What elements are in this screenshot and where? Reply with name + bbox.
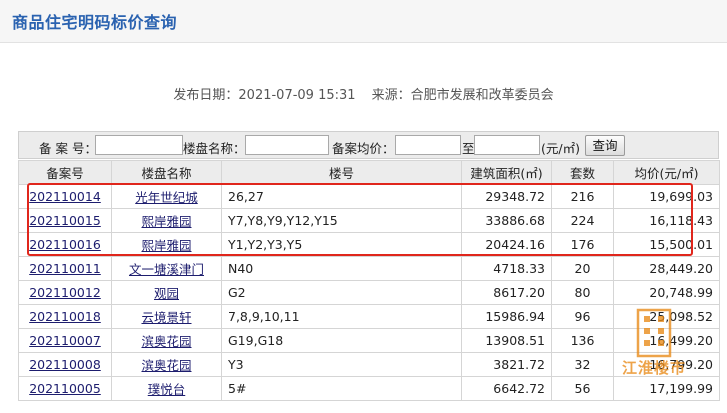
source-label: 来源：: [371, 88, 411, 103]
table-row: 202110015 熙岸雅园 Y7,Y8,Y9,Y12,Y15 33886.68…: [18, 208, 720, 233]
buildings-cell: G2: [221, 280, 462, 305]
buildings-cell: N40: [221, 256, 462, 281]
record-code-link[interactable]: 202110011: [29, 261, 101, 276]
units-cell: 136: [551, 328, 614, 353]
project-name-link[interactable]: 文一塘溪津门: [129, 262, 204, 277]
col-header-units: 套数: [551, 160, 614, 185]
col-header-buildings: 楼号: [221, 160, 462, 185]
units-cell: 20: [551, 256, 614, 281]
table-row: 202110016 熙岸雅园 Y1,Y2,Y3,Y5 20424.16 176 …: [18, 232, 720, 257]
record-code-link[interactable]: 202110007: [29, 333, 101, 348]
price-cell: 16,799.20: [613, 352, 720, 377]
area-cell: 4718.33: [461, 256, 552, 281]
table-row: 202110014 光年世纪城 26,27 29348.72 216 19,69…: [18, 184, 720, 209]
area-cell: 13908.51: [461, 328, 552, 353]
units-cell: 80: [551, 280, 614, 305]
buildings-cell: 7,8,9,10,11: [221, 304, 462, 329]
header-bar: 商品住宅明码标价查询: [0, 0, 727, 43]
price-to-input[interactable]: [474, 135, 540, 155]
record-code-link[interactable]: 202110005: [29, 381, 101, 396]
price-cell: 16,118.43: [613, 208, 720, 233]
table-header-row: 备案号 楼盘名称 楼号 建筑面积(㎡) 套数 均价(元/㎡): [18, 160, 720, 185]
price-cell: 16,499.20: [613, 328, 720, 353]
table-row: 202110018 云境景轩 7,8,9,10,11 15986.94 96 2…: [18, 304, 720, 329]
buildings-cell: Y1,Y2,Y3,Y5: [221, 232, 462, 257]
table-row: 202110008 滨奥花园 Y3 3821.72 32 16,799.20: [18, 352, 720, 377]
to-label: 至: [462, 141, 475, 156]
project-name-link[interactable]: 璞悦台: [148, 382, 186, 397]
code-input[interactable]: [95, 135, 183, 155]
record-code-link[interactable]: 202110008: [29, 357, 101, 372]
name-label: 楼盘名称：: [183, 141, 246, 156]
price-cell: 25,098.52: [613, 304, 720, 329]
buildings-cell: Y7,Y8,Y9,Y12,Y15: [221, 208, 462, 233]
table-row: 202110007 滨奥花园 G19,G18 13908.51 136 16,4…: [18, 328, 720, 353]
price-table: 备案号 楼盘名称 楼号 建筑面积(㎡) 套数 均价(元/㎡) 202110014…: [18, 160, 720, 401]
search-button[interactable]: 查询: [585, 135, 625, 156]
project-name-link[interactable]: 滨奥花园: [141, 358, 191, 373]
units-cell: 216: [551, 184, 614, 209]
code-label: 备 案 号：: [39, 141, 97, 156]
project-name-link[interactable]: 熙岸雅园: [141, 214, 191, 229]
project-name-link[interactable]: 观园: [154, 286, 179, 301]
page-title: 商品住宅明码标价查询: [12, 13, 178, 32]
source-value: 合肥市发展和改革委员会: [410, 88, 554, 103]
table-row: 202110011 文一塘溪津门 N40 4718.33 20 28,449.2…: [18, 256, 720, 281]
units-cell: 224: [551, 208, 614, 233]
units-cell: 56: [551, 376, 614, 401]
units-cell: 96: [551, 304, 614, 329]
record-code-link[interactable]: 202110018: [29, 309, 101, 324]
price-cell: 28,449.20: [613, 256, 720, 281]
area-cell: 29348.72: [461, 184, 552, 209]
area-cell: 33886.68: [461, 208, 552, 233]
price-cell: 17,199.99: [613, 376, 720, 401]
project-name-link[interactable]: 滨奥花园: [141, 334, 191, 349]
area-cell: 15986.94: [461, 304, 552, 329]
buildings-cell: 26,27: [221, 184, 462, 209]
buildings-cell: Y3: [221, 352, 462, 377]
units-cell: 176: [551, 232, 614, 257]
project-name-link[interactable]: 熙岸雅园: [141, 238, 191, 253]
col-header-price: 均价(元/㎡): [613, 160, 720, 185]
buildings-cell: 5#: [221, 376, 462, 401]
price-cell: 15,500.01: [613, 232, 720, 257]
units-cell: 32: [551, 352, 614, 377]
price-label: 备案均价：: [332, 141, 395, 156]
record-code-link[interactable]: 202110014: [29, 189, 101, 204]
publish-label: 发布日期：: [173, 88, 239, 103]
record-code-link[interactable]: 202110012: [29, 285, 101, 300]
price-from-input[interactable]: [395, 135, 461, 155]
area-cell: 3821.72: [461, 352, 552, 377]
price-cell: 19,699.03: [613, 184, 720, 209]
area-cell: 6642.72: [461, 376, 552, 401]
area-cell: 8617.20: [461, 280, 552, 305]
table-row: 202110005 璞悦台 5# 6642.72 56 17,199.99: [18, 376, 720, 401]
area-cell: 20424.16: [461, 232, 552, 257]
publish-info: 发布日期：2021-07-09 15:31 来源：合肥市发展和改革委员会: [0, 84, 727, 103]
table-row: 202110012 观园 G2 8617.20 80 20,748.99: [18, 280, 720, 305]
search-form: 备 案 号： 楼盘名称： 备案均价： 至 (元/㎡) 查询: [18, 131, 719, 159]
record-code-link[interactable]: 202110015: [29, 213, 101, 228]
col-header-code: 备案号: [18, 160, 112, 185]
price-cell: 20,748.99: [613, 280, 720, 305]
record-code-link[interactable]: 202110016: [29, 237, 101, 252]
project-name-link[interactable]: 光年世纪城: [135, 190, 198, 205]
col-header-area: 建筑面积(㎡): [461, 160, 552, 185]
name-input[interactable]: [245, 135, 329, 155]
buildings-cell: G19,G18: [221, 328, 462, 353]
project-name-link[interactable]: 云境景轩: [141, 310, 191, 325]
unit-label: (元/㎡): [541, 141, 580, 156]
col-header-name: 楼盘名称: [111, 160, 222, 185]
publish-date: 2021-07-09 15:31: [238, 88, 356, 103]
